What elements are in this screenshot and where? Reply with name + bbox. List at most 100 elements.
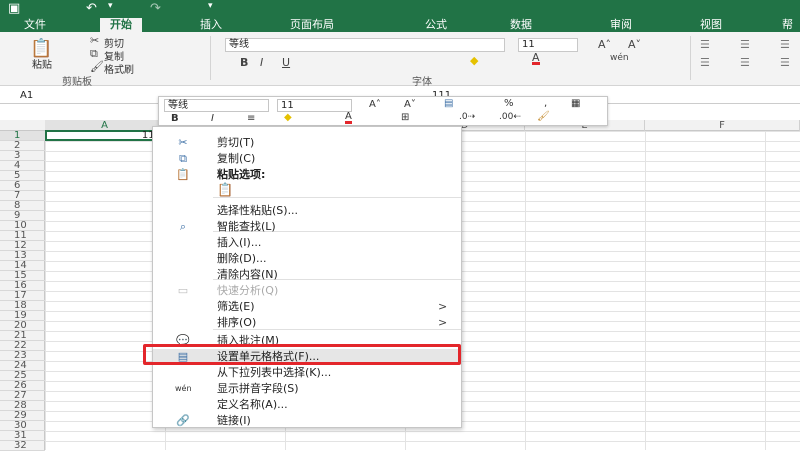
row-header[interactable]: 6 (0, 181, 45, 191)
row-headers: 1 2 3 4 5 6 7 8 9 10 11 12 13 14 15 16 17 18 19 20 21 22 23 24 2… (0, 131, 45, 451)
tab-review[interactable]: 审阅 (610, 18, 632, 32)
context-menu-item[interactable]: 插入(I)... (153, 235, 461, 250)
mini-borders-icon[interactable]: ⊞ (401, 112, 409, 123)
mini-italic-button[interactable]: I (211, 113, 214, 124)
context-menu-item-label: 插入(I)... (217, 236, 262, 249)
decrease-font-icon[interactable]: A˅ (628, 38, 641, 51)
menu-separator (213, 197, 461, 198)
mini-decrease-font-icon[interactable]: A˅ (404, 99, 416, 110)
undo-icon[interactable]: ↶ (86, 1, 97, 16)
context-menu-item[interactable]: 从下拉列表中选择(K)... (153, 365, 461, 380)
mini-increase-font-icon[interactable]: A˄ (369, 99, 381, 110)
tab-page-layout[interactable]: 页面布局 (290, 18, 334, 32)
increase-font-icon[interactable]: A˄ (598, 38, 611, 51)
context-menu-item[interactable]: 定义名称(A)... (153, 397, 461, 412)
name-box[interactable]: A1 (20, 90, 33, 101)
mini-increase-decimal-icon[interactable]: .0⇢ (459, 112, 475, 122)
column-header-f[interactable]: F (645, 120, 800, 131)
context-menu-item-label: 链接(I) (217, 414, 251, 427)
row-header[interactable]: 3 (0, 151, 45, 161)
group-divider (210, 36, 211, 80)
mini-format-painter-icon[interactable]: 🖌 (537, 111, 550, 122)
context-menu-item[interactable]: ✂ 剪切(T) (153, 135, 461, 150)
tab-data[interactable]: 数据 (510, 18, 532, 32)
tab-help[interactable]: 帮 (782, 18, 793, 32)
redo-icon[interactable]: ↷ (150, 1, 161, 16)
context-menu-item[interactable]: ⧉ 复制(C) (153, 151, 461, 166)
mini-percent-button[interactable]: % (504, 98, 514, 109)
row-header[interactable]: 2 (0, 141, 45, 151)
pinyin-icon[interactable]: wén (610, 53, 629, 63)
copy-icon: ⧉ (90, 47, 98, 60)
context-menu-item[interactable]: wén 显示拼音字段(S) (153, 381, 461, 396)
underline-button[interactable]: U (282, 56, 290, 69)
mini-comma-button[interactable]: , (544, 98, 547, 109)
highlight-annotation (143, 344, 461, 365)
customize-quick-access-icon[interactable]: ▾ (208, 1, 213, 11)
undo-dropdown-icon[interactable]: ▾ (108, 1, 113, 11)
row-header[interactable]: 7 (0, 191, 45, 201)
submenu-arrow-icon: > (438, 300, 448, 313)
bold-button[interactable]: B (240, 56, 248, 69)
tab-file[interactable]: 文件 (24, 18, 46, 32)
mini-toolbar: 等线 11 A˄ A˅ ▤ % , ▦ B I ≡ ◆ A ⊞ .0⇢ .00⇠… (158, 96, 608, 126)
title-bar: ▣ ↶ ▾ ↷ ▾ (0, 0, 800, 18)
context-menu-item[interactable]: 📋 粘贴选项: (153, 167, 461, 182)
font-color-icon[interactable]: A (532, 52, 540, 65)
mini-table-format-icon[interactable]: ▦ (571, 98, 580, 109)
context-menu-item-label: 选择性粘贴(S)... (217, 204, 299, 217)
context-menu-item[interactable]: 筛选(E) > (153, 299, 461, 314)
paste-button[interactable]: 粘贴 (32, 56, 52, 71)
format-painter-button[interactable]: 格式刷 (104, 61, 134, 76)
align-left-icon[interactable]: ☰ (700, 56, 710, 69)
row-header[interactable]: 5 (0, 171, 45, 181)
tab-insert[interactable]: 插入 (200, 18, 222, 32)
context-menu-item[interactable]: 删除(D)... (153, 251, 461, 266)
mini-align-center-icon[interactable]: ≡ (247, 113, 255, 124)
align-right-icon[interactable]: ☰ (780, 56, 790, 69)
mini-font-name-select[interactable]: 等线 (164, 99, 269, 112)
save-icon[interactable]: ▣ (8, 1, 20, 16)
context-menu-item-label: 快速分析(Q) (217, 284, 279, 297)
context-menu-item[interactable]: 清除内容(N) (153, 267, 461, 282)
mini-bold-button[interactable]: B (171, 113, 179, 124)
align-bottom-icon[interactable]: ☰ (780, 38, 790, 51)
row-header[interactable]: 1 (0, 131, 45, 141)
mini-fill-color-icon[interactable]: ◆ (284, 112, 292, 123)
mini-font-size-select[interactable]: 11 (277, 99, 352, 112)
mini-decrease-decimal-icon[interactable]: .00⇠ (499, 112, 521, 122)
context-menu-item[interactable]: 🔗 链接(I) (153, 413, 461, 428)
tab-home[interactable]: 开始 (100, 18, 142, 32)
font-group-label: 字体 (412, 77, 432, 88)
tab-view[interactable]: 视图 (700, 18, 722, 32)
font-size-select[interactable]: 11 (518, 38, 578, 52)
font-name-select[interactable]: 等线 (225, 38, 505, 52)
mini-font-color-icon[interactable]: A (345, 112, 352, 124)
align-top-icon[interactable]: ☰ (700, 38, 710, 51)
copy-icon: ⧉ (179, 152, 187, 165)
paste-icon: 📋 (176, 168, 190, 181)
context-menu-item[interactable]: 排序(O) > (153, 315, 461, 330)
context-menu-item-label: 剪切(T) (217, 136, 255, 149)
tab-formulas[interactable]: 公式 (425, 18, 447, 32)
context-menu-item-label: 智能查找(L) (217, 220, 276, 233)
context-menu-item-label: 定义名称(A)... (217, 398, 288, 411)
row-header[interactable]: 8 (0, 201, 45, 211)
italic-button[interactable]: I (260, 56, 263, 69)
align-middle-icon[interactable]: ☰ (740, 38, 750, 51)
align-center-icon[interactable]: ☰ (740, 56, 750, 69)
clipboard-group-label: 剪贴板 (62, 77, 92, 88)
context-menu-item[interactable]: 选择性粘贴(S)... (153, 203, 461, 218)
context-menu-item-label: 清除内容(N) (217, 268, 278, 281)
context-menu-item-label: 筛选(E) (217, 300, 255, 313)
paste-option-icon[interactable]: 📋 (217, 183, 233, 198)
cell-a1[interactable]: 111 (45, 130, 165, 141)
context-menu: ✂ 剪切(T) ⧉ 复制(C) 📋 粘贴选项: 选择性粘贴(S)... ⌕ 智能查找(L) 插入(… (152, 126, 462, 428)
mini-accounting-format-icon[interactable]: ▤ (444, 98, 453, 109)
link-icon: 🔗 (176, 414, 190, 427)
fill-color-icon[interactable]: ◆ (470, 54, 478, 67)
context-menu-item[interactable]: ⌕ 智能查找(L) (153, 219, 461, 234)
context-menu-item-label: 粘贴选项: (217, 168, 266, 181)
submenu-arrow-icon: > (438, 316, 448, 329)
row-header[interactable]: 4 (0, 161, 45, 171)
